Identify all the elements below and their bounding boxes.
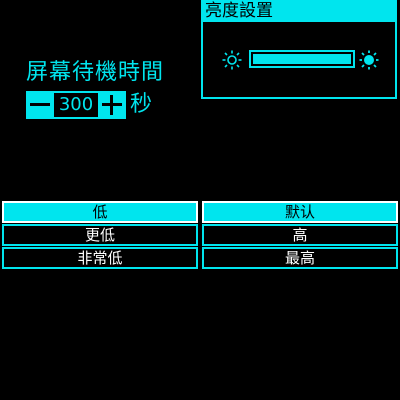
brightness-panel: 亮度設置 <box>201 0 397 99</box>
brightness-slider[interactable] <box>249 50 355 68</box>
brightness-control <box>203 48 395 72</box>
plus-icon[interactable] <box>98 91 126 119</box>
standby-time-stepper: 300 秒 <box>26 91 152 119</box>
level-row: 更低 高 <box>0 224 400 247</box>
level-row: 低 默认 <box>0 201 400 224</box>
brightness-title: 亮度設置 <box>203 0 395 22</box>
brightness-level-fill <box>253 54 351 64</box>
level-option-highest[interactable]: 最高 <box>202 247 398 269</box>
sun-filled-icon[interactable] <box>359 50 379 70</box>
level-option-high[interactable]: 高 <box>202 224 398 246</box>
standby-time-label: 屏幕待機時間 <box>26 60 165 85</box>
brightness-level-options: 低 默认 更低 高 非常低 最高 <box>0 201 400 270</box>
standby-time-unit: 秒 <box>130 92 153 117</box>
level-option-low[interactable]: 低 <box>2 201 198 223</box>
level-option-default[interactable]: 默认 <box>202 201 398 223</box>
minus-icon-bar <box>30 103 50 106</box>
level-row: 非常低 最高 <box>0 247 400 270</box>
minus-icon[interactable] <box>26 91 54 119</box>
level-option-very-low[interactable]: 非常低 <box>2 247 198 269</box>
plus-icon-bar-v <box>110 95 113 115</box>
sun-outline-icon[interactable] <box>222 50 242 70</box>
standby-time-value[interactable]: 300 <box>54 91 98 119</box>
level-option-lower[interactable]: 更低 <box>2 224 198 246</box>
